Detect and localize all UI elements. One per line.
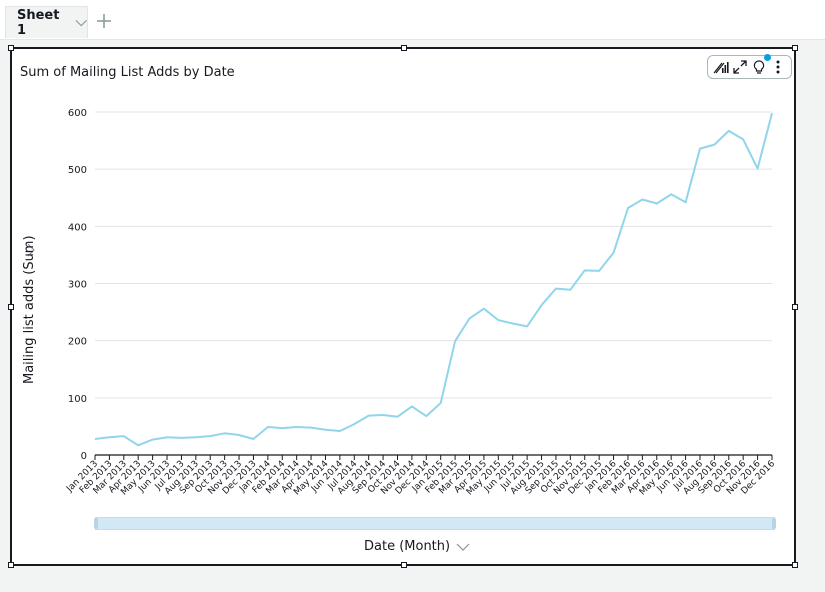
y-tick-label: 500 [68,165,87,176]
chevron-down-icon[interactable] [75,16,87,30]
resize-handle[interactable] [401,562,407,568]
sheet-tab-bar: Sheet 1 [0,0,825,40]
y-tick-label: 600 [68,108,87,119]
tab-label: Sheet 1 [17,7,60,38]
resize-handle[interactable] [792,562,798,568]
x-axis-label: Date (Month) [364,539,451,554]
y-tick-label: 100 [68,394,87,405]
visual-container[interactable]: Sum of Mailing List Adds by Date Mailing… [8,45,798,568]
x-axis-field[interactable]: Date (Month) [364,539,470,554]
chevron-down-icon[interactable] [456,542,470,552]
tab-sheet-1[interactable]: Sheet 1 [5,6,88,38]
y-tick-label: 200 [68,337,87,348]
y-tick-label: 300 [68,280,87,291]
series-line [94,112,773,447]
scroll-handle-left[interactable] [94,518,98,529]
x-axis-range-scrollbar[interactable] [94,517,776,530]
y-tick-label: 400 [68,222,87,233]
scroll-handle-right[interactable] [772,518,776,529]
y-tick-label: 0 [81,451,87,462]
resize-handle[interactable] [8,562,14,568]
line-chart: 0100200300400500600 Jan 2013Feb 2013Mar … [64,108,777,497]
plus-icon[interactable] [95,12,113,30]
